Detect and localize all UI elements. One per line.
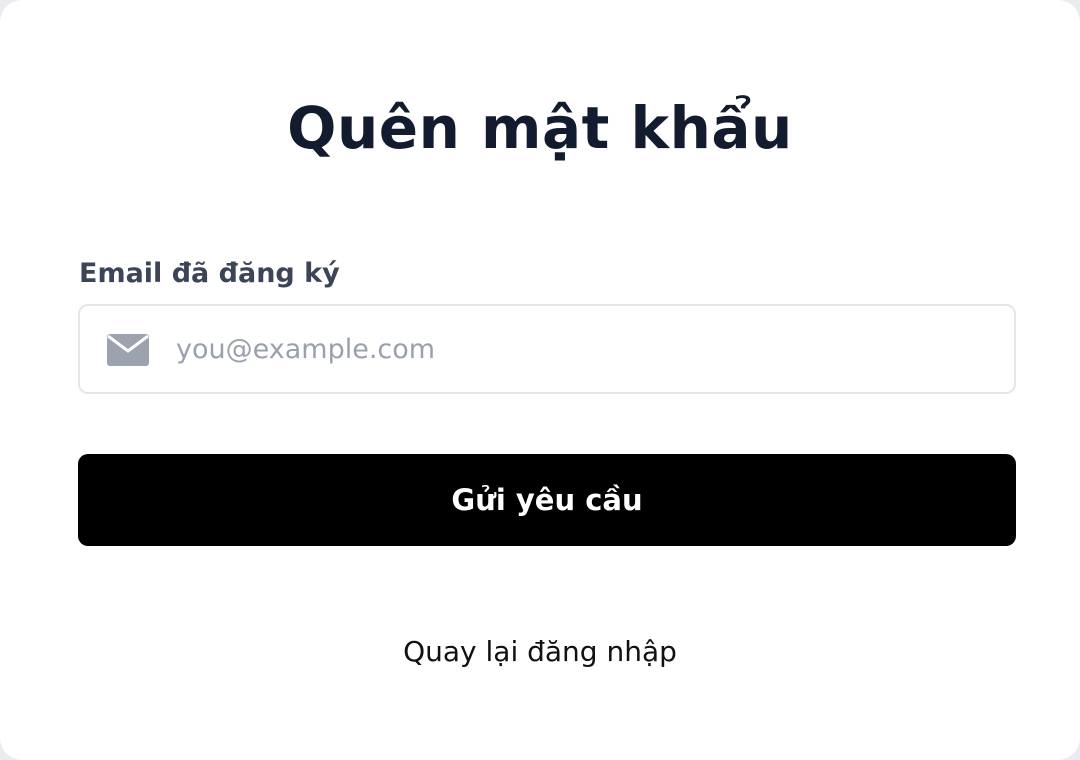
submit-request-button[interactable]: Gửi yêu cầu: [78, 454, 1016, 546]
back-to-login-link[interactable]: Quay lại đăng nhập: [403, 635, 677, 668]
page-title: Quên mật khẩu: [287, 94, 793, 162]
mail-icon: [107, 334, 149, 366]
email-input[interactable]: [176, 306, 996, 392]
email-field[interactable]: [78, 304, 1016, 394]
forgot-password-card: Quên mật khẩu Email đã đăng ký Gửi yêu c…: [0, 0, 1080, 760]
back-to-login-container: Quay lại đăng nhập: [0, 630, 1080, 674]
email-label: Email đã đăng ký: [79, 258, 340, 289]
